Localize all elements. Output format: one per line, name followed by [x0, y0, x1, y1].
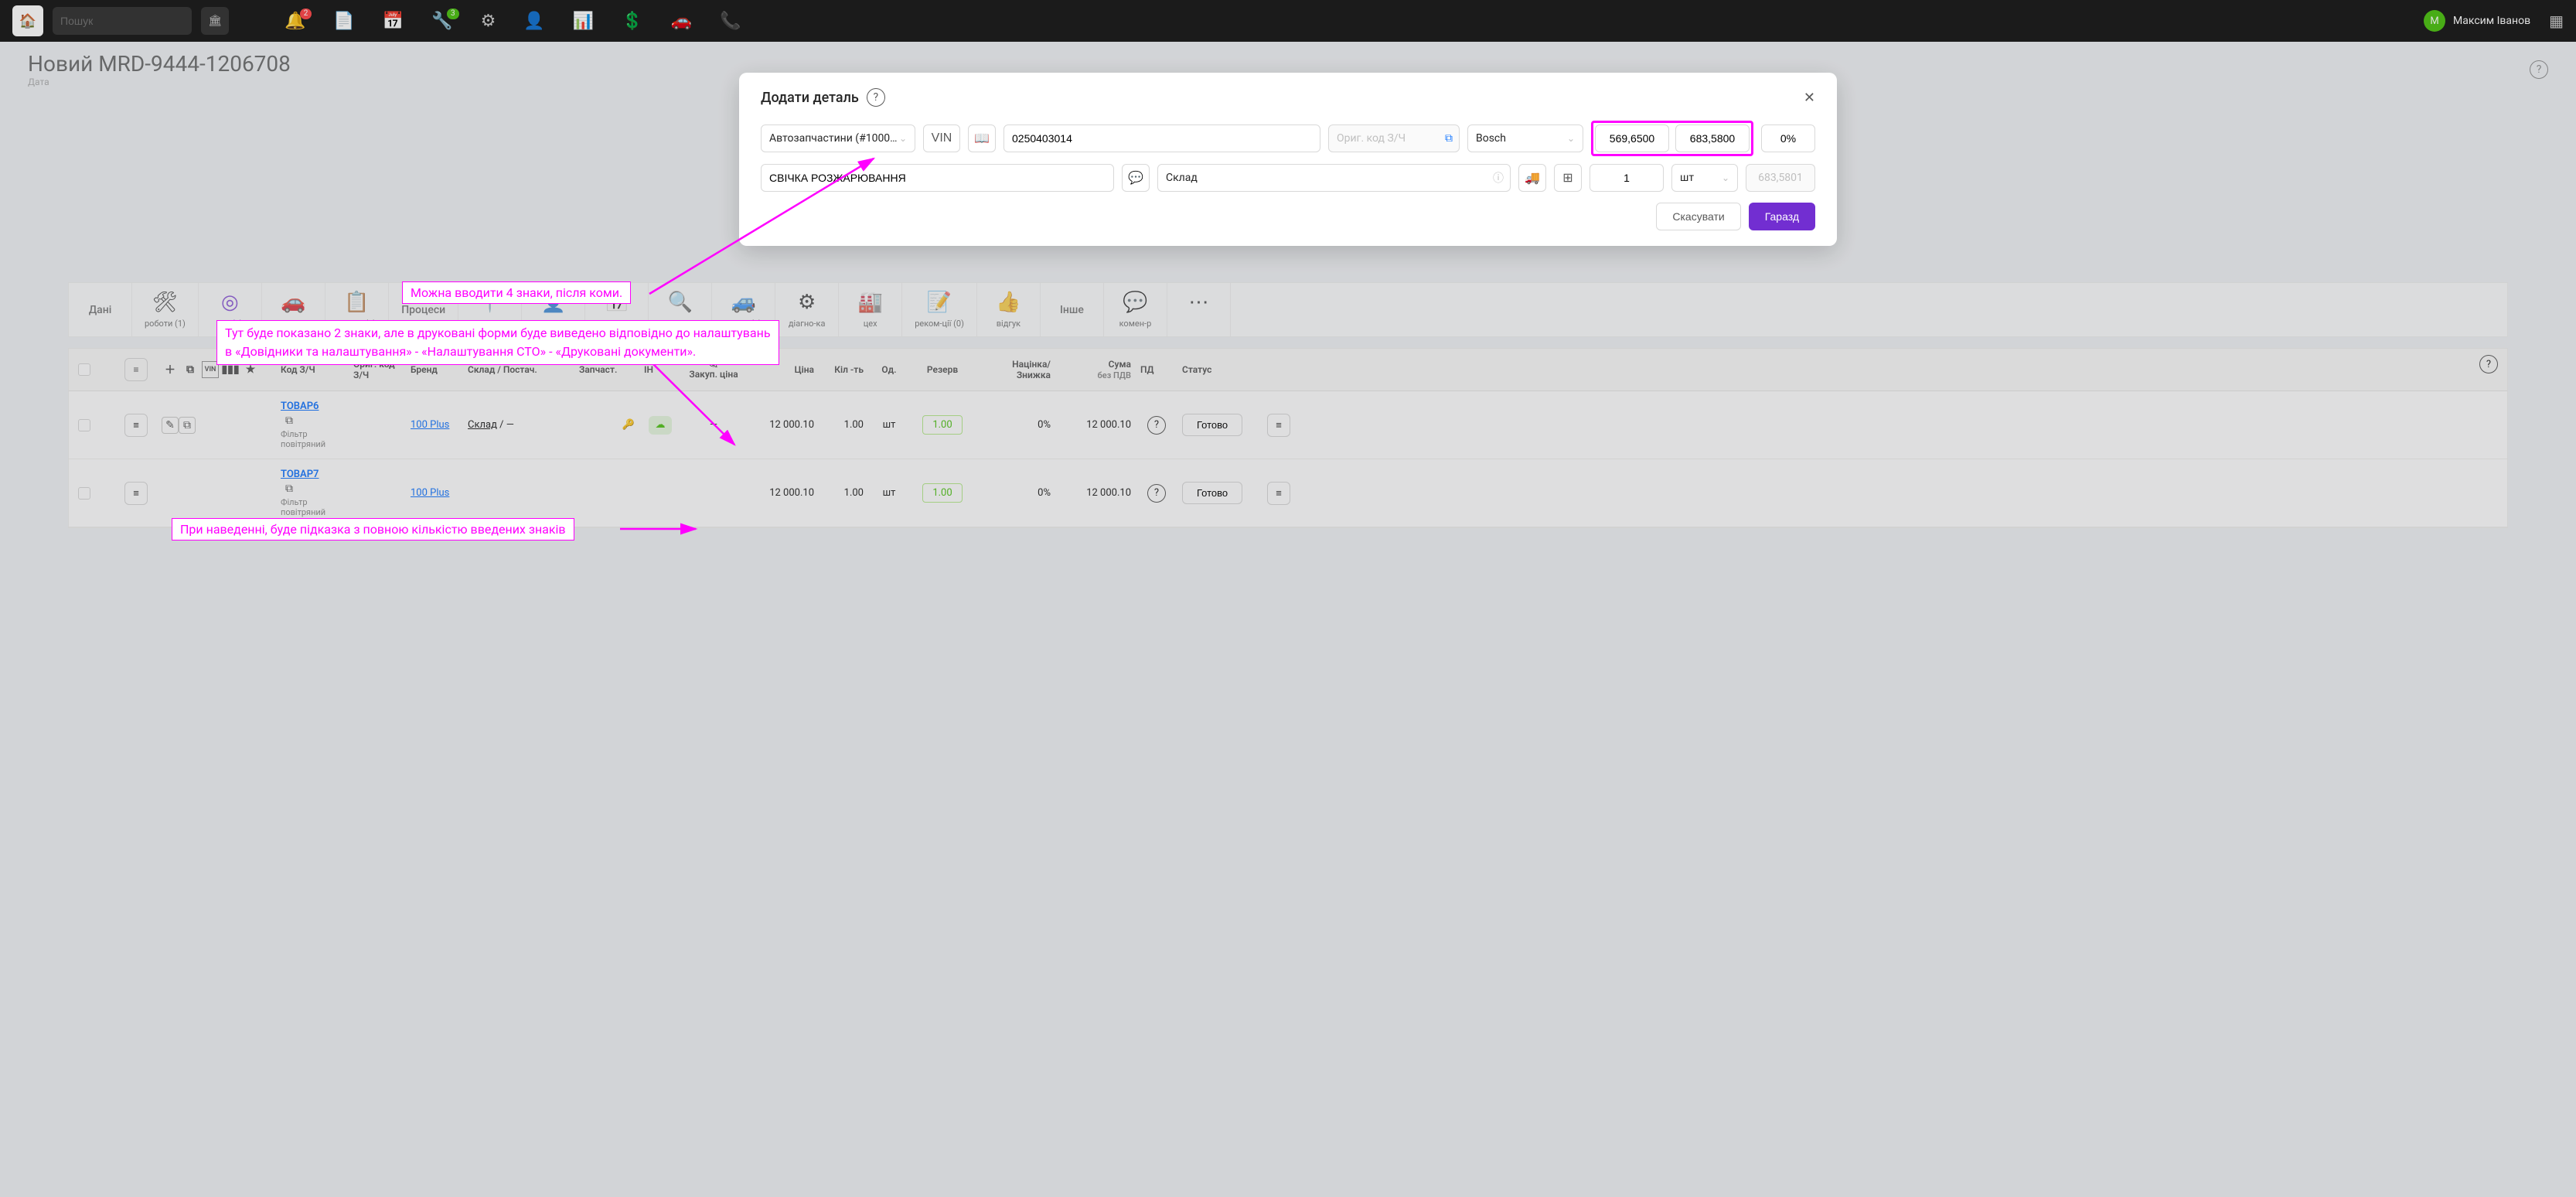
modal-help-icon[interactable]: ? — [867, 88, 885, 107]
copy-icon[interactable]: ⧉ — [1445, 132, 1453, 145]
price-in-input[interactable] — [1595, 124, 1669, 152]
modal-title: Додати деталь — [761, 90, 859, 106]
warehouse-input[interactable]: Склад ⓘ — [1157, 164, 1511, 192]
orig-code-input: Ориг. код З/Ч ⧉ — [1328, 124, 1460, 152]
info-icon[interactable]: ⓘ — [1493, 170, 1504, 186]
annotation-3: При наведенні, буде підказка з повною кі… — [172, 518, 574, 541]
total-display: 683,5801 — [1746, 164, 1815, 192]
unit-select[interactable]: шт — [1671, 164, 1738, 192]
cancel-button[interactable]: Скасувати — [1656, 203, 1740, 230]
annotation-2: Тут буде показано 2 знаки, але в друкова… — [216, 320, 779, 365]
book-icon[interactable]: 📖 — [968, 124, 996, 152]
code-input[interactable] — [1003, 124, 1320, 152]
modal-close-button[interactable]: ✕ — [1804, 90, 1815, 106]
comment-icon[interactable]: 💬 — [1122, 164, 1150, 192]
qty-input[interactable] — [1590, 164, 1664, 192]
brand-select[interactable]: Bosch — [1467, 124, 1583, 152]
part-name-input[interactable] — [761, 164, 1114, 192]
ok-button[interactable]: Гаразд — [1749, 203, 1815, 230]
structure-icon[interactable]: ⊞ — [1554, 164, 1582, 192]
price-out-input[interactable] — [1675, 124, 1750, 152]
delivery-icon[interactable]: 🚚 — [1518, 164, 1546, 192]
vin-button[interactable]: VIN — [923, 124, 960, 152]
price-highlight-box — [1591, 121, 1753, 156]
add-detail-modal: Додати деталь ? ✕ Автозапчастини (#1000…… — [739, 73, 1837, 246]
category-select[interactable]: Автозапчастини (#1000… — [761, 124, 915, 152]
annotation-1: Можна вводити 4 знаки, після коми. — [402, 281, 631, 304]
discount-input[interactable] — [1761, 124, 1815, 152]
